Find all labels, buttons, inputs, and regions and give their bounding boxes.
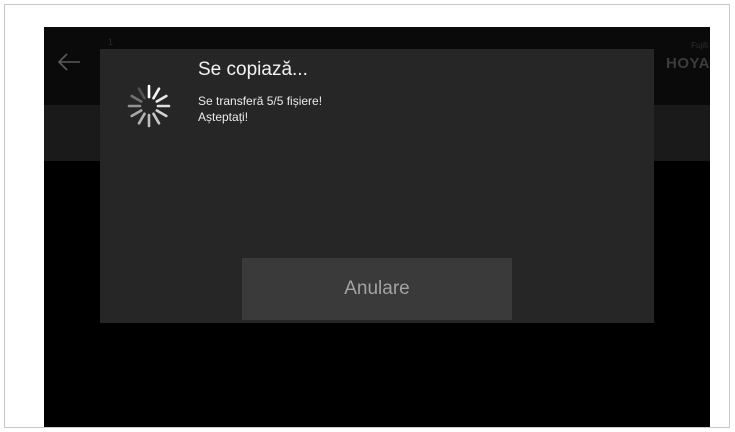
dialog-message: Se transferă 5/5 fișiere! Așteptați!	[198, 93, 322, 125]
dialog-message-line-2: Așteptați!	[198, 110, 249, 124]
header-small-label: 1	[108, 37, 114, 47]
brand-subtitle: Fujifi	[691, 41, 708, 50]
screenshot-frame: 1 Fujifi HOYA Se copiază... Se transferă…	[4, 4, 730, 428]
arrow-left-icon[interactable]	[56, 51, 82, 73]
brand-logo-text: HOYA	[666, 55, 710, 72]
dialog-message-line-1: Se transferă 5/5 fișiere!	[198, 94, 323, 108]
device-screen: 1 Fujifi HOYA Se copiază... Se transferă…	[44, 27, 710, 427]
cancel-button[interactable]: Anulare	[242, 258, 512, 320]
loading-spinner-icon	[127, 84, 171, 128]
copy-progress-dialog: Se copiază... Se transferă 5/5 fișiere! …	[100, 49, 654, 323]
dialog-title: Se copiază...	[198, 59, 308, 80]
